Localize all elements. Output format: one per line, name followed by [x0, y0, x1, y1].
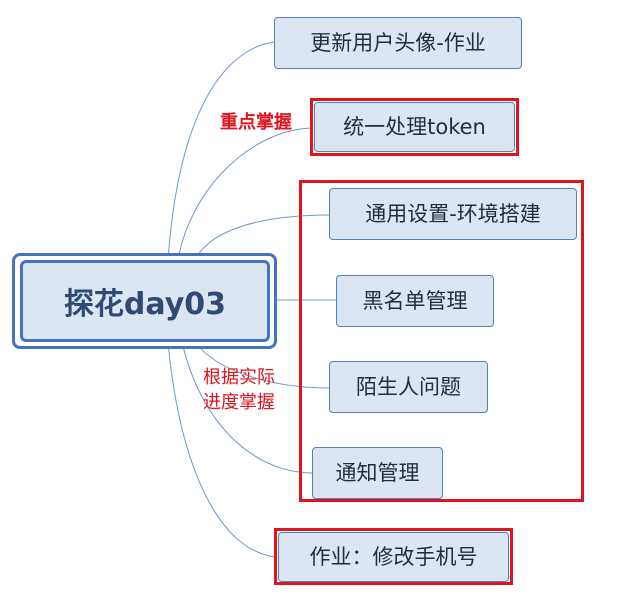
branch-label: 作业：修改手机号	[309, 544, 478, 569]
branch-label: 更新用户头像-作业	[310, 30, 486, 55]
branch-general-settings[interactable]: 通用设置-环境搭建	[329, 188, 577, 240]
mindmap-canvas: 探花day03 更新用户头像-作业 统一处理token 重点掌握 通用设置-环境…	[0, 0, 618, 609]
branch-label: 陌生人问题	[356, 374, 461, 399]
root-node[interactable]: 探花day03	[20, 260, 270, 342]
branch-blacklist[interactable]: 黑名单管理	[336, 275, 494, 327]
branch-label: 黑名单管理	[362, 288, 468, 313]
branch-label: 统一处理token	[343, 114, 486, 139]
branch-unified-token[interactable]: 统一处理token	[314, 102, 515, 152]
branch-notification[interactable]: 通知管理	[312, 447, 443, 499]
connector-1	[167, 41, 275, 261]
root-node-label: 探花day03	[63, 287, 227, 322]
connector-2	[177, 127, 313, 261]
note-progress-line2: 进度掌握	[203, 392, 275, 413]
branch-stranger-questions[interactable]: 陌生人问题	[329, 361, 488, 413]
branch-label: 通知管理	[335, 460, 420, 485]
branch-label: 通用设置-环境搭建	[365, 201, 541, 226]
note-progress-line1: 根据实际	[203, 367, 275, 388]
branch-update-avatar[interactable]: 更新用户头像-作业	[274, 17, 522, 69]
branch-change-phone[interactable]: 作业：修改手机号	[278, 532, 509, 582]
note-key-point: 重点掌握	[220, 112, 292, 133]
